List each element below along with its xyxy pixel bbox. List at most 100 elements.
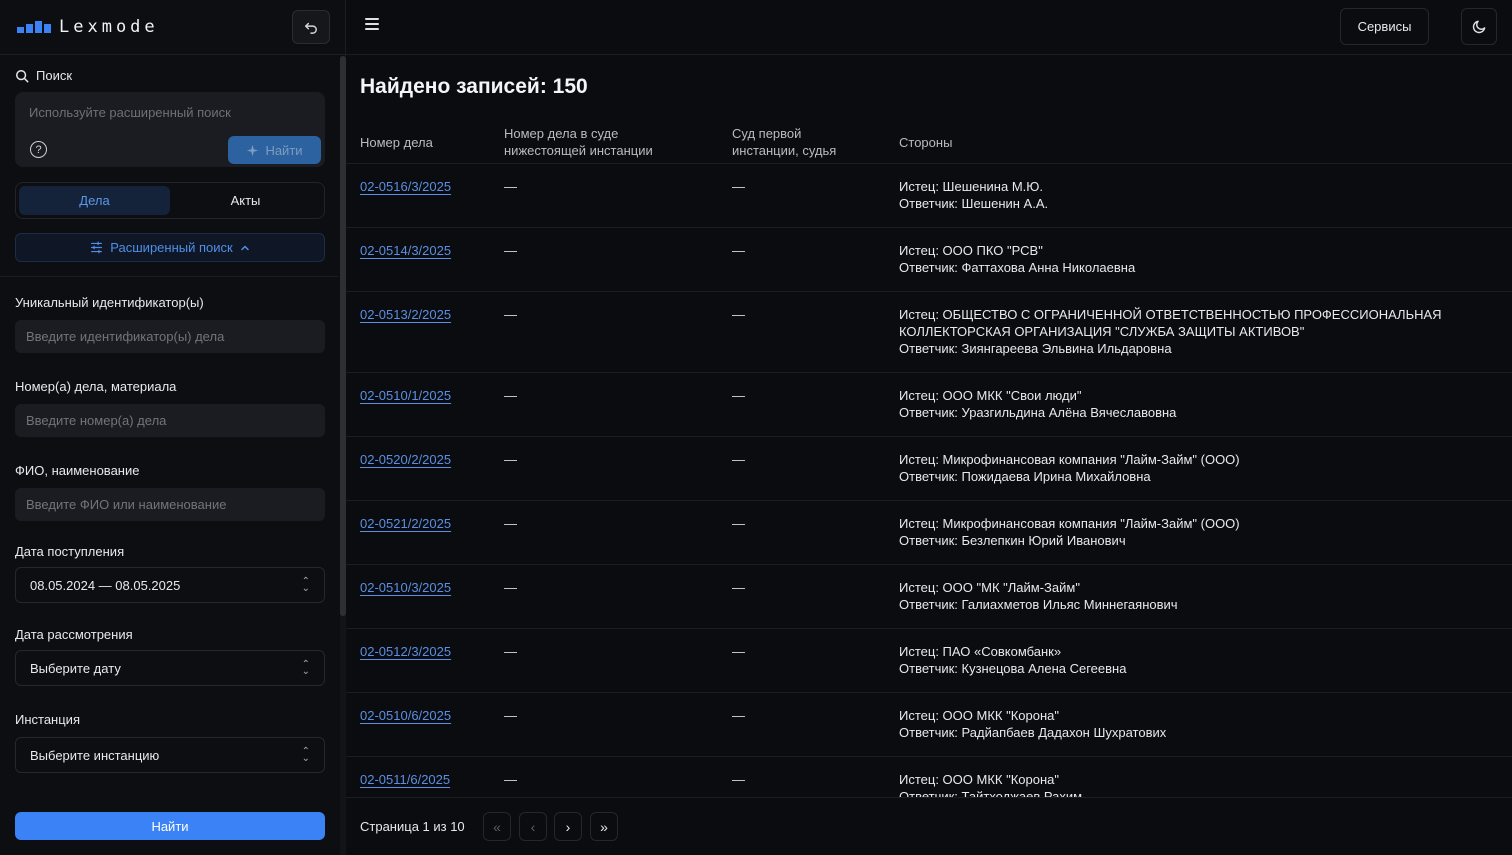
pagination-text: Страница 1 из 10: [360, 819, 465, 834]
sidebar-divider: [0, 276, 338, 277]
case-number-link[interactable]: 02-0510/1/2025: [360, 388, 451, 403]
advanced-search-label: Расширенный поиск: [110, 240, 233, 255]
first-instance-court: —: [732, 452, 745, 467]
party-line: Истец: ОБЩЕСТВО С ОГРАНИЧЕННОЙ ОТВЕТСТВЕ…: [899, 307, 1442, 322]
party-line: Ответчик: Галиахметов Ильяс Миннегаянови…: [899, 597, 1178, 612]
quick-search-input[interactable]: Используйте расширенный поиск: [29, 105, 231, 120]
lower-court-number: —: [504, 516, 517, 531]
table-row: 02-0510/6/2025 — — Истец: ООО МКК "Корона" О…: [346, 693, 1512, 757]
case-number-link[interactable]: 02-0520/2/2025: [360, 452, 451, 467]
party-line: Истец: ООО МКК "Свои люди": [899, 388, 1082, 403]
column-header-lower-court-line2: нижестоящей инстанции: [504, 143, 653, 158]
case-number-link[interactable]: 02-0510/6/2025: [360, 708, 451, 723]
table-row: 02-0510/1/2025 — — Истец: ООО МКК "Свои люд…: [346, 373, 1512, 437]
party-line: Ответчик: Фаттахова Анна Николаевна: [899, 260, 1136, 275]
case-number-input[interactable]: [15, 404, 325, 437]
receipt-date-select[interactable]: 08.05.2024 — 08.05.2025 ⌃ ⌄: [15, 567, 325, 603]
mode-tabs: Дела Акты: [15, 182, 325, 219]
first-instance-court: —: [732, 772, 745, 787]
first-page-button[interactable]: «: [483, 812, 511, 841]
parties-cell: Истец: Микрофинансовая компания "Лайм-За…: [899, 451, 1472, 485]
quick-search-button[interactable]: Найти: [228, 136, 321, 164]
review-date-select[interactable]: Выберите дату ⌃ ⌄: [15, 650, 325, 686]
parties-cell: Истец: ООО МКК "Корона" Ответчик: Радйапб…: [899, 707, 1472, 741]
party-line: Истец: ООО МКК "Корона": [899, 708, 1059, 723]
party-line: Истец: ООО "МК "Лайм-Займ": [899, 580, 1080, 595]
search-icon: [16, 69, 29, 82]
first-instance-court: —: [732, 516, 745, 531]
column-header-first-instance-line1: Суд первой: [732, 126, 802, 141]
prev-page-button[interactable]: ‹: [519, 812, 547, 841]
column-header-first-instance: Суд первой инстанции, судья: [732, 125, 836, 159]
pagination: Страница 1 из 10 « ‹ › »: [346, 797, 1512, 855]
chevron-up-down-icon: ⌃ ⌄: [301, 659, 310, 677]
party-line: Ответчик: Зиянгареева Эльвина Ильдаровна: [899, 341, 1172, 356]
party-line: Истец: ООО ПКО "РСВ": [899, 243, 1043, 258]
case-number-link[interactable]: 02-0510/3/2025: [360, 580, 451, 595]
app-root: Lexmode Поиск Используйте расширенный по…: [0, 0, 1512, 855]
submit-search-button[interactable]: Найти: [15, 812, 325, 840]
topbar: Сервисы: [346, 0, 1512, 55]
next-page-button[interactable]: ›: [554, 812, 582, 841]
case-number-link[interactable]: 02-0511/6/2025: [360, 772, 450, 787]
lower-court-number: —: [504, 644, 517, 659]
sidebar: Lexmode Поиск Используйте расширенный по…: [0, 0, 346, 855]
table-row: 02-0513/2/2025 — — Истец: ОБЩЕСТВО С ОГРАНИ…: [346, 292, 1512, 373]
sparkle-icon: [247, 144, 259, 156]
search-title-label: Поиск: [36, 68, 73, 83]
search-title: Поиск: [15, 68, 72, 83]
theme-toggle-button[interactable]: [1461, 8, 1497, 45]
receipt-date-label: Дата поступления: [15, 544, 125, 559]
quick-search-button-label: Найти: [265, 142, 303, 158]
first-instance-court: —: [732, 708, 745, 723]
parties-cell: Истец: ООО МКК "Свои люди" Ответчик: Ураз…: [899, 387, 1472, 421]
parties-cell: Истец: ПАО «Совкомбанк» Ответчик: Кузнецо…: [899, 643, 1472, 677]
chevron-up-down-icon: ⌃ ⌄: [301, 746, 310, 764]
last-page-button[interactable]: »: [590, 812, 618, 841]
first-instance-court: —: [732, 644, 745, 659]
instance-label: Инстанция: [15, 712, 80, 727]
parties-cell: Истец: ООО МКК "Корона" Ответчик: Тайтход…: [899, 771, 1472, 797]
chevron-up-icon: [240, 245, 249, 250]
menu-icon[interactable]: [365, 18, 379, 30]
party-line: Ответчик: Уразгильдина Алёна Вячеславовн…: [899, 405, 1177, 420]
help-icon[interactable]: ?: [30, 141, 47, 158]
party-line: Ответчик: Безлепкин Юрий Иванович: [899, 533, 1126, 548]
first-instance-court: —: [732, 307, 745, 322]
services-button[interactable]: Сервисы: [1340, 8, 1429, 45]
party-line: Ответчик: Шешенин А.А.: [899, 196, 1049, 211]
case-number-link[interactable]: 02-0512/3/2025: [360, 644, 451, 659]
logo[interactable]: Lexmode: [17, 17, 159, 37]
column-header-case: Номер дела: [360, 135, 433, 150]
column-header-first-instance-line2: инстанции, судья: [732, 143, 837, 158]
table-row: 02-0511/6/2025 — — Истец: ООО МКК "Корона" О…: [346, 757, 1512, 797]
uid-input[interactable]: [15, 320, 325, 353]
parties-cell: Истец: Шешенина М.Ю. Ответчик: Шешенин А.…: [899, 178, 1472, 212]
table-row: 02-0516/3/2025 — — Истец: Шешенина М.Ю. Отве…: [346, 164, 1512, 228]
case-number-link[interactable]: 02-0514/3/2025: [360, 243, 451, 258]
table-row: 02-0521/2/2025 — — Истец: Микрофинансовая к…: [346, 501, 1512, 565]
case-number-link[interactable]: 02-0521/2/2025: [360, 516, 451, 531]
receipt-date-value: 08.05.2024 — 08.05.2025: [30, 577, 181, 593]
tab-cases[interactable]: Дела: [19, 186, 170, 215]
instance-select[interactable]: Выберите инстанцию ⌃ ⌄: [15, 737, 325, 773]
page-title: Найдено записей: 150: [360, 75, 588, 98]
name-label: ФИО, наименование: [15, 463, 140, 478]
lower-court-number: —: [504, 243, 517, 258]
undo-icon: [305, 22, 317, 34]
party-line: КОЛЛЕКТОРСКАЯ ОРГАНИЗАЦИЯ "СЛУЖБА ЗАЩИТЫ…: [899, 324, 1305, 339]
first-instance-court: —: [732, 388, 745, 403]
column-header-parties: Стороны: [899, 135, 953, 150]
table-row: 02-0512/3/2025 — — Истец: ПАО «Совкомбанк» О…: [346, 629, 1512, 693]
name-input[interactable]: [15, 488, 325, 521]
case-number-link[interactable]: 02-0513/2/2025: [360, 307, 451, 322]
quick-search-box: Используйте расширенный поиск ? Найти: [15, 92, 325, 167]
party-line: Ответчик: Пожидаева Ирина Михайловна: [899, 469, 1151, 484]
tab-acts[interactable]: Акты: [170, 186, 321, 215]
advanced-search-toggle[interactable]: Расширенный поиск: [15, 233, 325, 262]
undo-button[interactable]: [292, 10, 330, 44]
case-number-link[interactable]: 02-0516/3/2025: [360, 179, 451, 194]
party-line: Истец: ООО МКК "Корона": [899, 772, 1059, 787]
uid-label: Уникальный идентификатор(ы): [15, 295, 204, 310]
table-row: 02-0510/3/2025 — — Истец: ООО "МК "Лайм-Зай…: [346, 565, 1512, 629]
